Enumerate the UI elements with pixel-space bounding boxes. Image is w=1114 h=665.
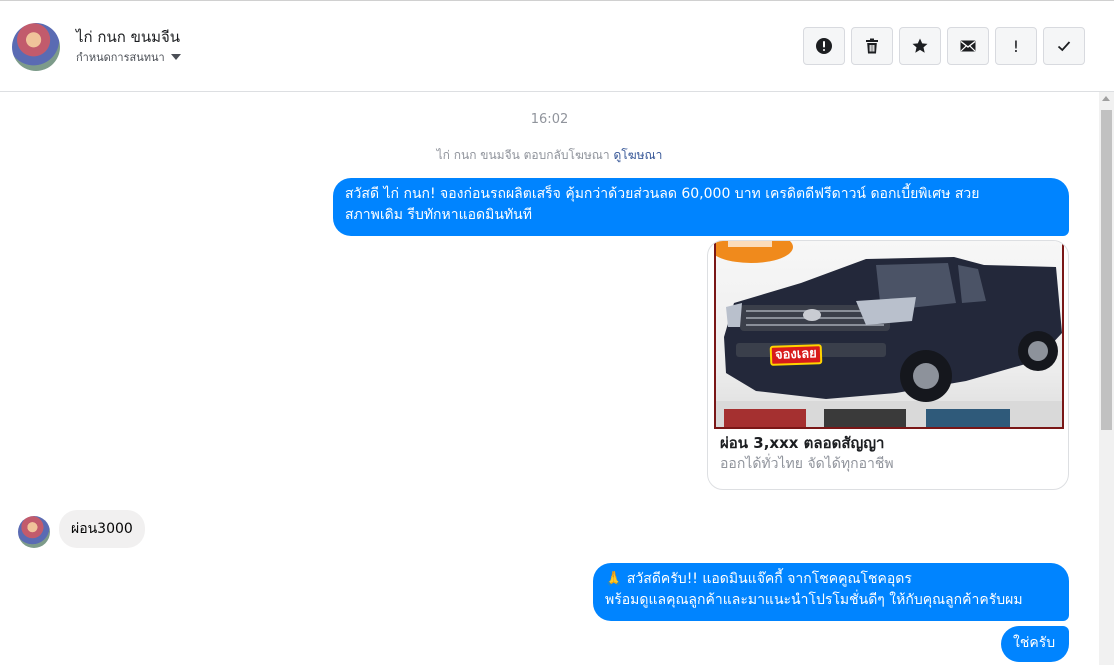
message-line: พร้อมดูแลคุณลูกค้าและมาแนะนำโปรโมชั่นดีๆ… <box>605 592 1023 608</box>
message-line: สวัสดี ไก่ กนก! จองก่อนรถผลิตเสร็จ คุ้มก… <box>345 186 980 202</box>
star-button[interactable] <box>899 27 941 65</box>
mark-done-button[interactable] <box>1043 27 1085 65</box>
thread-scrollbar[interactable] <box>1099 92 1114 665</box>
message-thread[interactable]: 16:02 ไก่ กนก ขนมจีน ตอบกลับโฆษณา ดูโฆษณ… <box>0 92 1099 665</box>
contact-avatar-small[interactable] <box>18 516 50 548</box>
delete-button[interactable] <box>851 27 893 65</box>
scrollbar-thumb[interactable] <box>1101 110 1112 430</box>
ad-card-image[interactable]: จองเลย <box>714 241 1064 429</box>
checkmark-icon <box>1057 41 1071 52</box>
scroll-up-arrow-icon[interactable] <box>1102 96 1110 101</box>
ad-card-title: ผ่อน 3,xxx ตลอดสัญญา <box>720 434 885 452</box>
pickup-truck-image <box>716 241 1062 427</box>
caret-down-icon <box>170 54 181 60</box>
header-actions: ! <box>803 27 1085 65</box>
outgoing-message[interactable]: 🙏 สวัสดีครับ!! แอดมินแจ๊คกี้ จากโชคคูณโช… <box>593 563 1069 621</box>
ad-card-subtitle: ออกได้ทั่วไทย จัดได้ทุกอาชีพ <box>720 456 894 472</box>
ad-card[interactable]: จองเลย ผ่อน 3,xxx ตลอดสัญญา ออกได้ทั่วไท… <box>707 240 1069 490</box>
assign-conversation-label: กำหนดการสนทนา <box>76 51 165 64</box>
alert-circle-icon <box>816 38 832 54</box>
trash-icon <box>866 38 878 54</box>
book-now-badge: จองเลย <box>769 344 823 366</box>
ad-reply-note: ไก่ กนก ขนมจีน ตอบกลับโฆษณา ดูโฆษณา <box>0 146 1099 165</box>
incoming-message[interactable]: ผ่อน3000 <box>59 510 145 548</box>
ad-reply-text: ไก่ กนก ขนมจีน ตอบกลับโฆษณา <box>436 148 610 162</box>
envelope-icon <box>960 40 976 52</box>
message-timestamp: 16:02 <box>530 112 569 127</box>
contact-avatar[interactable] <box>12 23 60 71</box>
message-line: สภาพเดิม รีบทักหาแอดมินทันที <box>345 207 532 223</box>
outgoing-message[interactable]: สวัสดี ไก่ กนก! จองก่อนรถผลิตเสร็จ คุ้มก… <box>333 178 1069 236</box>
assign-conversation-dropdown[interactable]: กำหนดการสนทนา <box>76 48 181 66</box>
mark-priority-button[interactable]: ! <box>995 27 1037 65</box>
contact-name[interactable]: ไก่ กนก ขนมจีน <box>76 25 180 49</box>
mark-unread-button[interactable] <box>947 27 989 65</box>
exclamation-icon: ! <box>1012 36 1020 56</box>
conversation-header: ไก่ กนก ขนมจีน กำหนดการสนทนา ! <box>0 3 1114 92</box>
outgoing-message[interactable]: ใช่ครับ <box>1001 626 1069 662</box>
message-line: 🙏 สวัสดีครับ!! แอดมินแจ๊คกี้ จากโชคคูณโช… <box>605 571 912 587</box>
star-icon <box>912 38 928 53</box>
mark-spam-button[interactable] <box>803 27 845 65</box>
view-ad-link[interactable]: ดูโฆษณา <box>613 148 662 162</box>
